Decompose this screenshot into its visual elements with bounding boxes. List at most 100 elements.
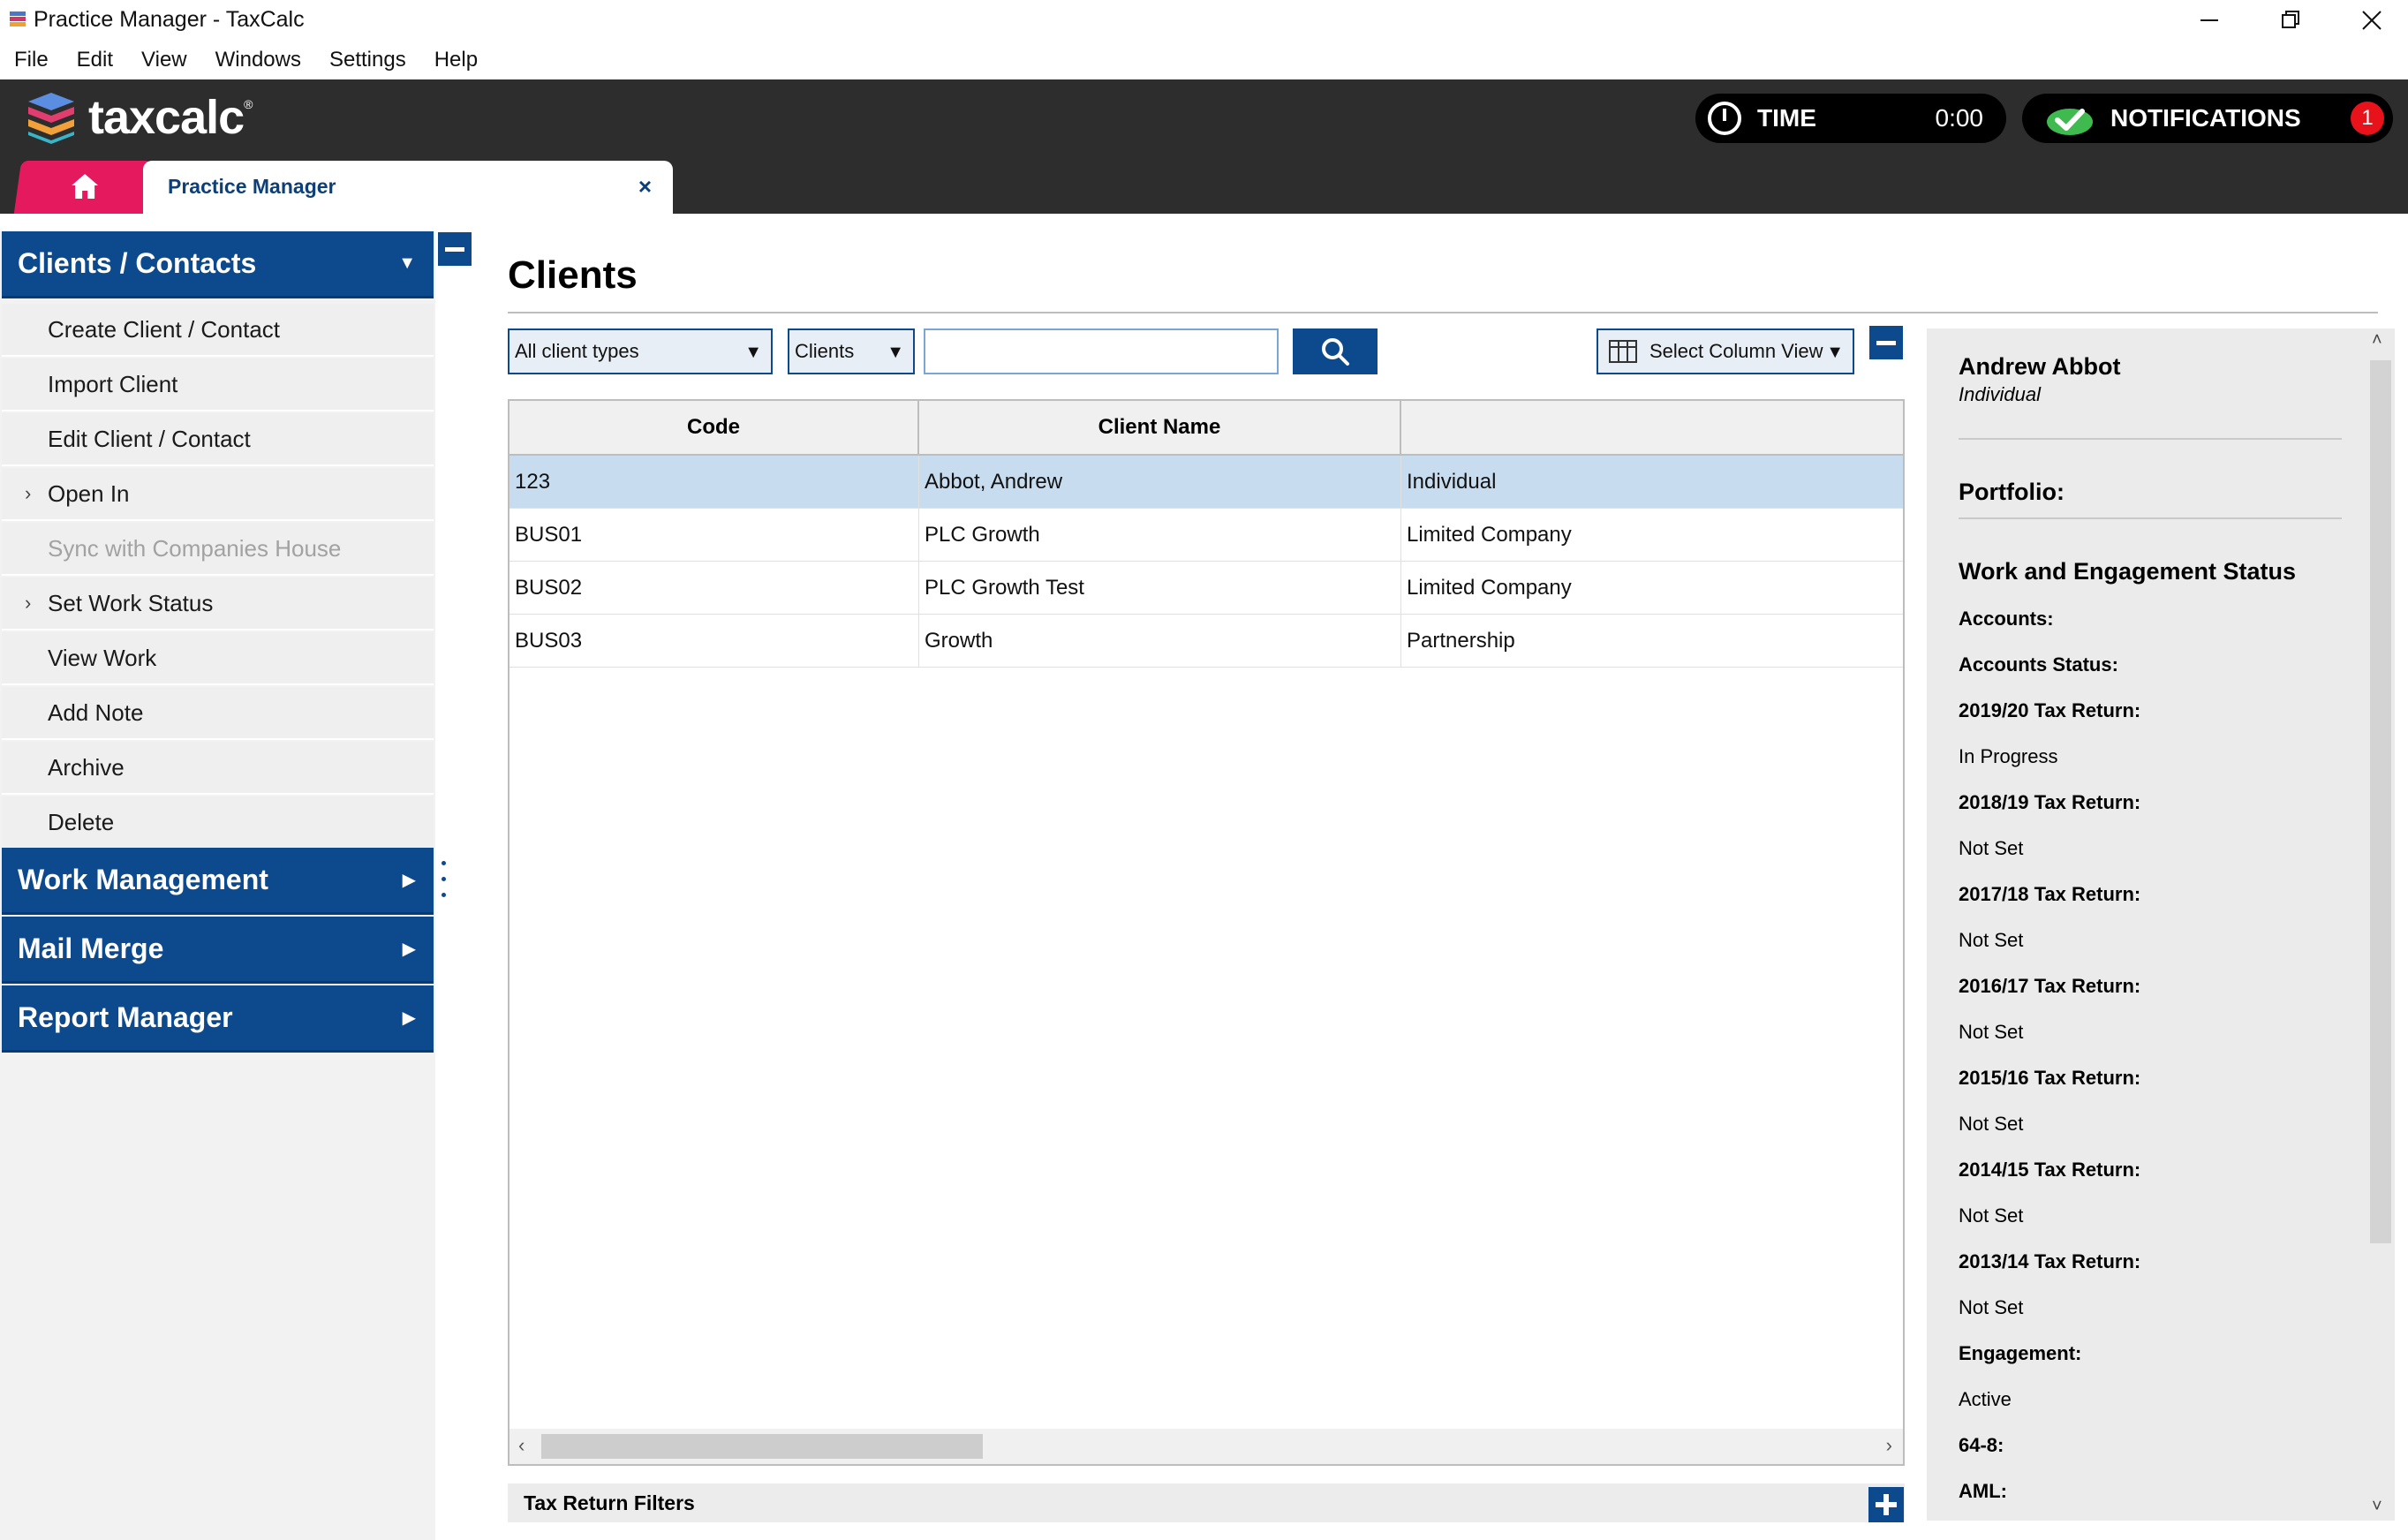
scroll-left-icon[interactable]: ‹ (518, 1434, 525, 1457)
checkmark-cloud-icon (2047, 109, 2093, 135)
expand-filters-plus-button[interactable] (1868, 1487, 1904, 1522)
client-details-panel: Andrew Abbot Individual Portfolio: Work … (1927, 328, 2377, 1521)
minimize-icon (2200, 19, 2218, 21)
dropdown-arrow-icon: ▼ (887, 343, 904, 362)
tax-return-filters-bar[interactable]: Tax Return Filters (508, 1483, 1905, 1522)
sidebar-item-label: Create Client / Contact (48, 315, 281, 343)
sidebar-item-label: Add Note (48, 698, 144, 726)
sidebar-item-create-client[interactable]: Create Client / Contact (2, 304, 434, 357)
window-title: Practice Manager - TaxCalc (34, 7, 305, 32)
minus-icon (1876, 340, 1896, 345)
tab-close-icon[interactable]: × (638, 173, 652, 200)
details-field-label: 64-8: (1959, 1434, 2004, 1456)
column-header-type[interactable] (1401, 401, 1903, 454)
menu-view[interactable]: View (127, 48, 201, 72)
sidebar-splitter-handle[interactable] (442, 861, 447, 909)
details-client-name: Andrew Abbot (1959, 353, 2121, 380)
home-tab[interactable] (13, 161, 153, 214)
expand-down-icon: ▼ (398, 253, 416, 273)
menu-settings[interactable]: Settings (315, 48, 420, 72)
tab-practice-manager[interactable]: Practice Manager × (143, 161, 673, 214)
cell-client-type: Limited Company (1407, 576, 1572, 600)
details-status-heading: Work and Engagement Status (1959, 558, 2297, 585)
table-row[interactable]: BUS01 PLC Growth Limited Company (510, 509, 1903, 562)
minus-icon (445, 246, 464, 252)
menu-bar: File Edit View Windows Settings Help (0, 40, 2408, 79)
section-work-management[interactable]: Work Management ▶ (2, 848, 434, 915)
sidebar-item-archive[interactable]: Archive (2, 742, 434, 795)
dropdown-arrow-icon: ▼ (744, 343, 762, 362)
column-header-client-name[interactable]: Client Name (919, 401, 1401, 454)
table-row[interactable]: BUS03 Growth Partnership (510, 615, 1903, 668)
scroll-right-icon[interactable]: › (1886, 1434, 1892, 1457)
details-vertical-scrollbar[interactable]: ˄ ˅ (2365, 328, 2395, 1521)
close-window-button[interactable] (2331, 0, 2408, 40)
minimize-button[interactable] (2170, 0, 2251, 40)
menu-edit[interactable]: Edit (63, 48, 127, 72)
tax-return-filters-label: Tax Return Filters (524, 1491, 695, 1514)
cell-client-name: Growth (919, 615, 1401, 668)
sidebar-item-add-note[interactable]: Add Note (2, 687, 434, 740)
sidebar-item-edit-client[interactable]: Edit Client / Contact (2, 413, 434, 466)
details-field-label: 2019/20 Tax Return: (1959, 699, 2141, 721)
cell-client-type: Partnership (1407, 629, 1515, 653)
logo-wordmark: taxcalc (88, 91, 245, 144)
details-field-value: Not Set (1959, 1204, 2024, 1227)
select-column-view-button[interactable]: Select Column View ▼ (1597, 328, 1854, 374)
column-header-code[interactable]: Code (510, 401, 919, 454)
details-field-value: In Progress (1959, 745, 2058, 767)
sidebar-collapse-button[interactable] (438, 232, 472, 266)
expand-right-icon: ▶ (402, 1008, 416, 1028)
sidebar-item-open-in[interactable]: › Open In (2, 468, 434, 521)
taxcalc-app-icon (10, 11, 26, 26)
sidebar-item-label: View Work (48, 644, 157, 671)
sidebar-item-label: Import Client (48, 370, 178, 397)
client-kind-dropdown-value: Clients (795, 340, 855, 362)
sidebar-item-label: Set Work Status (48, 589, 214, 616)
details-portfolio-label: Portfolio: (1959, 479, 2065, 505)
search-button[interactable] (1293, 328, 1378, 374)
menu-windows[interactable]: Windows (201, 48, 315, 72)
notifications-widget[interactable]: NOTIFICATIONS 1 (2022, 94, 2393, 143)
section-report-manager[interactable]: Report Manager ▶ (2, 985, 434, 1053)
details-collapse-button[interactable] (1869, 326, 1903, 359)
client-type-dropdown[interactable]: All client types ▼ (508, 328, 773, 374)
menu-help[interactable]: Help (420, 48, 492, 72)
details-field-label: 2018/19 Tax Return: (1959, 791, 2141, 813)
cell-code: 123 (510, 456, 919, 509)
table-header: Code Client Name (510, 401, 1903, 456)
title-bar: Practice Manager - TaxCalc (0, 0, 2408, 40)
cell-code: BUS01 (510, 509, 919, 562)
sidebar-item-import-client[interactable]: Import Client (2, 359, 434, 411)
sidebar-item-view-work[interactable]: View Work (2, 632, 434, 685)
search-input[interactable] (924, 328, 1279, 374)
table-row[interactable]: 123 Abbot, Andrew Individual (510, 456, 1903, 509)
details-field-label: Accounts Status: (1959, 653, 2118, 676)
section-work-management-label: Work Management (18, 864, 268, 895)
horizontal-scrollbar[interactable]: ‹ › (510, 1429, 1903, 1464)
section-report-manager-label: Report Manager (18, 1001, 233, 1033)
expand-right-icon: ▶ (402, 871, 416, 890)
scrollbar-thumb[interactable] (2370, 360, 2391, 1243)
section-mail-merge[interactable]: Mail Merge ▶ (2, 917, 434, 984)
time-widget[interactable]: TIME 0:00 (1695, 94, 2006, 143)
details-field-label: Accounts: (1959, 608, 2054, 630)
restore-button[interactable] (2251, 0, 2332, 40)
scrollbar-thumb[interactable] (541, 1434, 983, 1459)
scroll-up-icon[interactable]: ˄ (2372, 330, 2382, 351)
dropdown-arrow-icon: ▼ (1826, 343, 1844, 362)
sidebar-item-delete[interactable]: Delete (2, 796, 434, 849)
registered-mark: ® (244, 97, 253, 111)
sidebar-item-set-work-status[interactable]: › Set Work Status (2, 578, 434, 630)
clients-table: Code Client Name 123 Abbot, Andrew Indiv… (508, 399, 1905, 1466)
sidebar-item-label: Delete (48, 808, 115, 835)
cell-code: BUS02 (510, 562, 919, 615)
details-field-label: 2015/16 Tax Return: (1959, 1067, 2141, 1089)
table-row[interactable]: BUS02 PLC Growth Test Limited Company (510, 562, 1903, 615)
menu-file[interactable]: File (0, 48, 63, 72)
client-kind-dropdown[interactable]: Clients ▼ (788, 328, 915, 374)
sidebar-item-label: Sync with Companies House (48, 534, 342, 562)
cell-client-name: Abbot, Andrew (919, 456, 1401, 509)
scroll-down-icon[interactable]: ˅ (2372, 1497, 2382, 1517)
section-clients-contacts[interactable]: Clients / Contacts ▼ (2, 231, 434, 298)
